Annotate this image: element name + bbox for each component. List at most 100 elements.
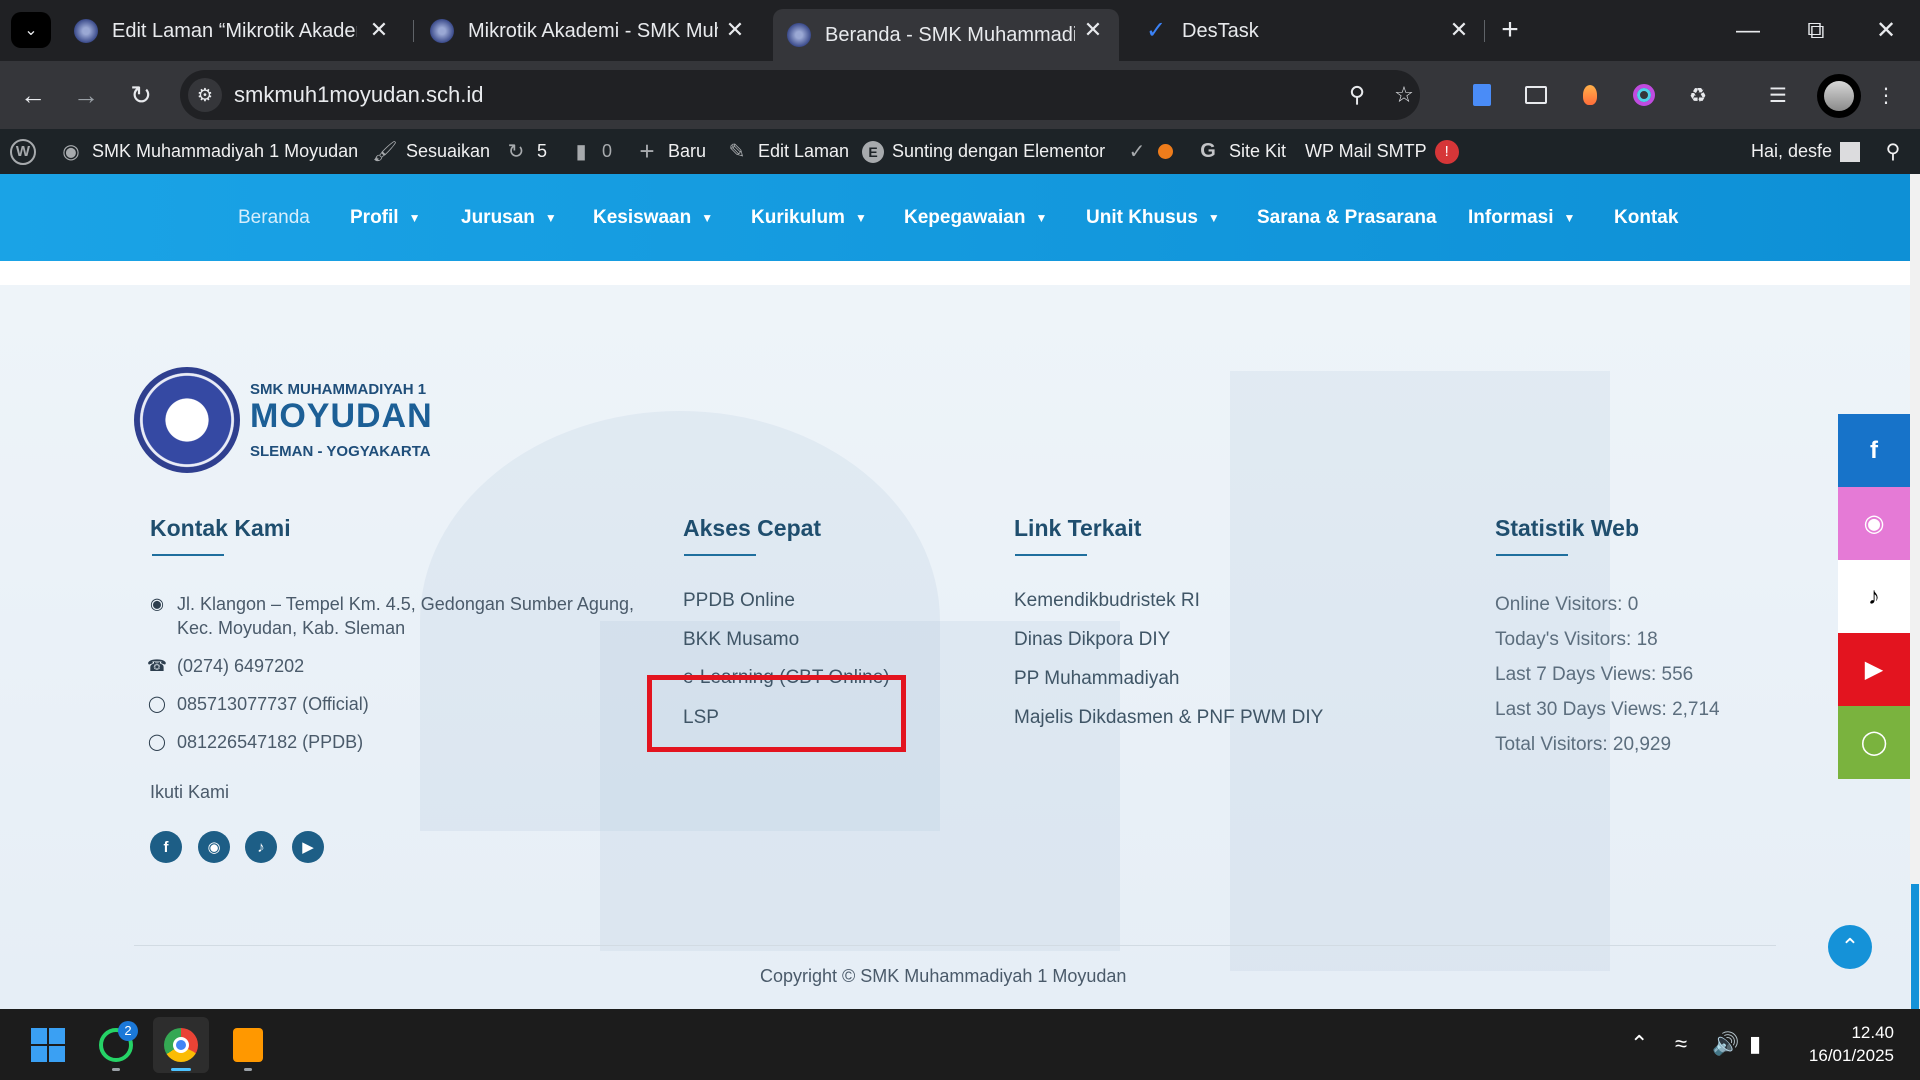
nav-sarana-prasarana[interactable]: Sarana & Prasarana — [1257, 174, 1437, 261]
chevron-down-icon: ▼ — [854, 210, 867, 225]
comments-count: 0 — [602, 141, 613, 161]
link-ppdb-online[interactable]: PPDB Online — [683, 590, 795, 612]
nav-beranda[interactable]: Beranda — [238, 174, 310, 261]
wp-yoast[interactable]: ✓ — [1124, 129, 1173, 174]
updates-icon: ↻ — [507, 141, 525, 163]
extension-fire-icon[interactable] — [1575, 80, 1605, 110]
share-whatsapp[interactable]: ◯ — [1838, 706, 1910, 779]
bookmark-star-icon[interactable]: ☆ — [1390, 81, 1418, 109]
nav-unit-khusus[interactable]: Unit Khusus ▼ — [1086, 174, 1220, 261]
link-bkk-musamo[interactable]: BKK Musamo — [683, 629, 799, 651]
wp-elementor[interactable]: E Sunting dengan Elementor — [862, 129, 1105, 174]
browser-menu-icon[interactable]: ⋮ — [1871, 80, 1901, 110]
wp-edit-page[interactable]: ✎ Edit Laman — [724, 129, 849, 174]
tab-separator — [1484, 20, 1485, 42]
extension-docs-icon[interactable] — [1467, 80, 1497, 110]
forward-button[interactable]: → — [66, 75, 106, 115]
close-icon[interactable]: ✕ — [1447, 18, 1471, 42]
restore-button[interactable]: ⧉ — [1782, 0, 1850, 61]
wp-updates[interactable]: ↻ 5 — [503, 129, 547, 174]
link-pp-muhammadiyah[interactable]: PP Muhammadiyah — [1014, 668, 1179, 690]
tab-search-button[interactable]: ⌄ — [11, 12, 51, 48]
wifi-icon[interactable]: ≈ — [1675, 1031, 1687, 1057]
nav-kepegawaian[interactable]: Kepegawaian ▼ — [904, 174, 1047, 261]
youtube-icon[interactable]: ▶ — [292, 831, 324, 863]
nav-kontak[interactable]: Kontak — [1614, 174, 1678, 261]
profile-avatar[interactable] — [1817, 74, 1861, 118]
nav-label: Jurusan — [461, 206, 535, 228]
wp-customize[interactable]: 🖌 Sesuaikan — [372, 129, 490, 174]
tiktok-icon[interactable]: ♪ — [245, 831, 277, 863]
share-instagram[interactable]: ◉ — [1838, 487, 1910, 560]
follow-us-label: Ikuti Kami — [150, 782, 230, 802]
whatsapp-ppdb[interactable]: 081226547182 (PPDB) — [177, 732, 363, 753]
reading-list-icon[interactable]: ☰ — [1763, 80, 1793, 110]
scroll-to-top-button[interactable]: ⌃ — [1828, 925, 1872, 969]
link-majelis-dikdasmen[interactable]: Majelis Dikdasmen & PNF PWM DIY — [1014, 707, 1323, 729]
nav-kurikulum[interactable]: Kurikulum ▼ — [751, 174, 867, 261]
scrollbar-thumb[interactable] — [1911, 884, 1919, 1009]
tab-mikrotik-akademi[interactable]: Mikrotik Akademi - SMK Muhammadiyah ✕ — [416, 9, 761, 53]
share-youtube[interactable]: ▶ — [1838, 633, 1910, 706]
stat-online-visitors: Online Visitors: 0 — [1495, 594, 1639, 615]
taskbar-chrome[interactable] — [153, 1017, 209, 1073]
wp-my-account[interactable]: Hai, desfe — [1751, 129, 1861, 174]
close-icon[interactable]: ✕ — [367, 18, 391, 42]
wp-mail-smtp[interactable]: WP Mail SMTP ! — [1305, 129, 1459, 174]
new-tab-button[interactable]: + — [1494, 14, 1526, 46]
page-scrollbar[interactable] — [1910, 174, 1920, 1009]
notification-badge: 2 — [118, 1021, 138, 1041]
school-logo[interactable] — [134, 367, 240, 473]
wp-new[interactable]: + Baru — [634, 129, 706, 174]
wp-site-name[interactable]: ◉ SMK Muhammadiyah 1 Moyudan — [58, 129, 358, 174]
tab-title: Mikrotik Akademi - SMK Muhammadiyah — [468, 19, 718, 42]
zoom-icon[interactable]: ⚲ — [1343, 81, 1371, 109]
wp-comments[interactable]: ▮ 0 — [568, 129, 612, 174]
battery-icon[interactable]: ▮ — [1749, 1031, 1761, 1057]
minimize-button[interactable]: — — [1714, 0, 1782, 61]
back-button[interactable]: ← — [13, 75, 53, 115]
nav-profil[interactable]: Profil ▼ — [350, 174, 420, 261]
tab-beranda[interactable]: Beranda - SMK Muhammadiyah ✕ — [773, 9, 1119, 61]
system-clock[interactable]: 12.40 16/01/2025 — [1809, 1021, 1894, 1067]
tab-edit-laman[interactable]: Edit Laman “Mikrotik Akademi” ✕ — [60, 9, 405, 53]
browser-tab-strip: ⌄ Edit Laman “Mikrotik Akademi” ✕ Mikrot… — [0, 0, 1920, 61]
nav-informasi[interactable]: Informasi ▼ — [1468, 174, 1575, 261]
nav-kesiswaan[interactable]: Kesiswaan ▼ — [593, 174, 713, 261]
extensions-puzzle-icon[interactable]: ♻ — [1683, 80, 1713, 110]
wp-site-kit[interactable]: G Site Kit — [1195, 129, 1286, 174]
whatsapp-official[interactable]: 085713077737 (Official) — [177, 694, 369, 715]
address-bar[interactable]: ⚙ smkmuh1moyudan.sch.id ⚲ ☆ — [180, 70, 1420, 120]
nav-label: Beranda — [238, 206, 310, 228]
url-text[interactable]: smkmuh1moyudan.sch.id — [234, 82, 483, 108]
yoast-icon: ✓ — [1128, 141, 1146, 163]
nav-jurusan[interactable]: Jurusan ▼ — [461, 174, 557, 261]
wp-logo-menu[interactable]: W — [10, 129, 44, 174]
volume-icon[interactable]: 🔊 — [1712, 1031, 1739, 1057]
chevron-down-icon: ▼ — [544, 210, 557, 225]
phone-number[interactable]: (0274) 6497202 — [177, 656, 304, 677]
start-button[interactable] — [20, 1017, 76, 1073]
share-tiktok[interactable]: ♪ — [1838, 560, 1910, 633]
close-window-button[interactable]: ✕ — [1852, 0, 1920, 61]
whatsapp-icon: ◯ — [148, 734, 166, 751]
chevron-up-icon[interactable]: ⌃ — [1630, 1031, 1648, 1057]
running-indicator — [244, 1068, 252, 1071]
taskbar-sublime[interactable] — [220, 1017, 276, 1073]
taskbar-whatsapp[interactable]: 2 — [88, 1017, 144, 1073]
tab-destask[interactable]: ✓ DesTask ✕ — [1130, 9, 1485, 53]
wp-search[interactable]: ⚲ — [1880, 129, 1914, 174]
site-info-icon[interactable]: ⚙ — [188, 78, 222, 112]
instagram-icon[interactable]: ◉ — [198, 831, 230, 863]
close-icon[interactable]: ✕ — [723, 18, 747, 42]
share-facebook[interactable]: f — [1838, 414, 1910, 487]
link-kemendikbudristek[interactable]: Kemendikbudristek RI — [1014, 590, 1200, 612]
facebook-icon[interactable]: f — [150, 831, 182, 863]
google-g-icon: G — [1200, 140, 1216, 162]
dashboard-icon: ◉ — [62, 141, 80, 163]
close-icon[interactable]: ✕ — [1081, 18, 1105, 42]
extension-color-icon[interactable] — [1629, 80, 1659, 110]
extension-window-icon[interactable] — [1521, 80, 1551, 110]
reload-button[interactable]: ↻ — [121, 75, 161, 115]
link-dinas-dikpora[interactable]: Dinas Dikpora DIY — [1014, 629, 1170, 651]
